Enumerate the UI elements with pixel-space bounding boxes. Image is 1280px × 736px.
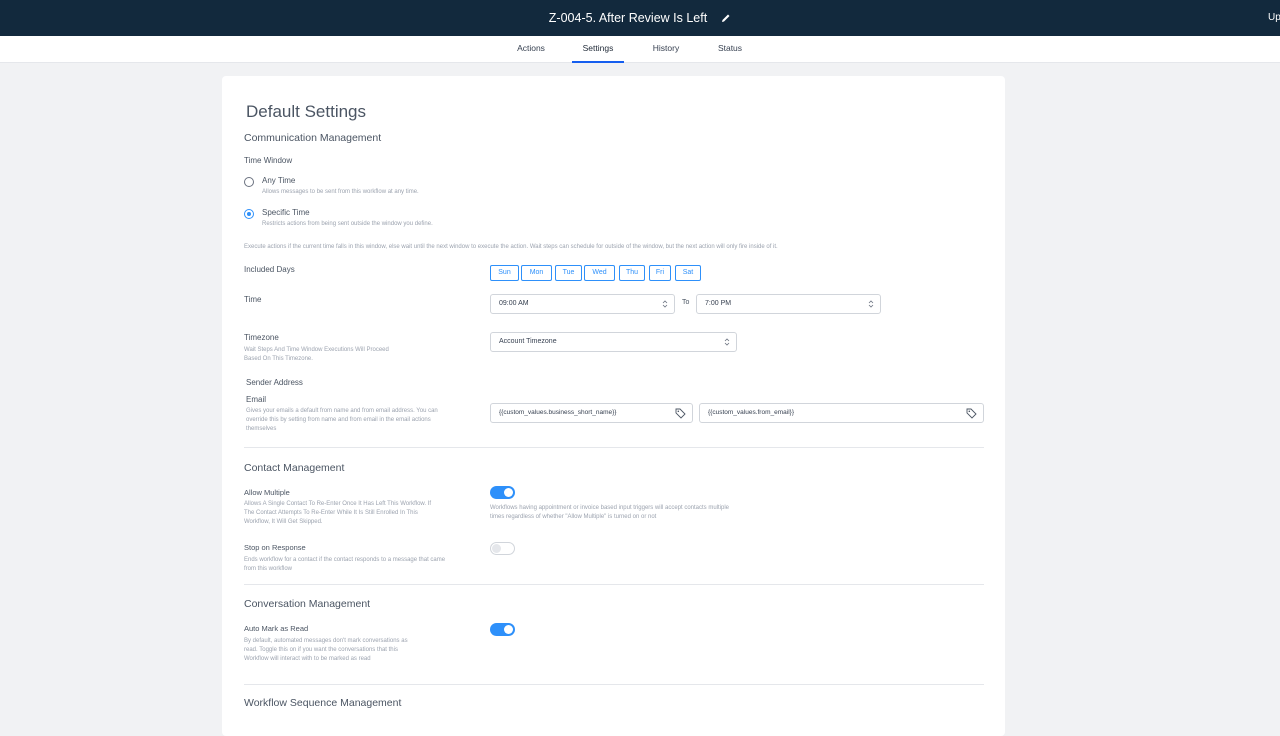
edit-pencil-icon[interactable] xyxy=(721,13,731,23)
time-to-value: 7:00 PM xyxy=(705,300,732,307)
stop-on-response-toggle[interactable] xyxy=(490,542,515,555)
page-title: Default Settings xyxy=(246,102,367,121)
day-wed-button[interactable]: Wed xyxy=(584,265,615,281)
time-label: Time xyxy=(244,295,262,304)
day-tue-button[interactable]: Tue xyxy=(555,265,582,281)
stop-on-response-desc: Ends workflow for a contact if the conta… xyxy=(244,557,446,572)
tag-icon[interactable] xyxy=(675,408,686,419)
timezone-desc: Wait Steps And Time Window Executions Wi… xyxy=(244,347,389,362)
from-name-input[interactable]: {{custom_values.business_short_name}} xyxy=(490,403,693,423)
specific-time-label[interactable]: Specific Time xyxy=(262,208,310,217)
from-email-value: {{custom_values.from_email}} xyxy=(708,409,794,416)
chevron-updown-icon xyxy=(868,300,874,308)
sender-address-label: Sender Address xyxy=(246,378,303,387)
execute-note: Execute actions if the current time fall… xyxy=(244,244,778,250)
toggle-knob xyxy=(504,488,513,497)
tab-bar: Actions Settings History Status xyxy=(0,36,1280,63)
tab-status[interactable]: Status xyxy=(708,36,752,61)
auto-mark-desc: By default, automated messages don't mar… xyxy=(244,638,408,662)
timezone-label: Timezone xyxy=(244,333,279,342)
day-fri-button[interactable]: Fri xyxy=(649,265,671,281)
time-window-label: Time Window xyxy=(244,156,293,165)
contact-heading: Contact Management xyxy=(244,462,345,474)
day-sun-button[interactable]: Sun xyxy=(490,265,519,281)
header-right-button[interactable]: Up xyxy=(1268,12,1280,23)
sequence-heading: Workflow Sequence Management xyxy=(244,697,402,709)
time-to-select[interactable]: 7:00 PM xyxy=(696,294,881,314)
time-from-select[interactable]: 09:00 AM xyxy=(490,294,675,314)
tab-actions[interactable]: Actions xyxy=(490,36,572,61)
timezone-value: Account Timezone xyxy=(499,338,557,345)
specific-time-desc: Restricts actions from being sent outsid… xyxy=(262,221,433,227)
from-email-input[interactable]: {{custom_values.from_email}} xyxy=(699,403,984,423)
toggle-knob xyxy=(504,625,513,634)
divider xyxy=(244,684,984,685)
allow-multiple-desc: Allows A Single Contact To Re-Enter Once… xyxy=(244,501,432,525)
conversation-heading: Conversation Management xyxy=(244,598,371,610)
day-thu-button[interactable]: Thu xyxy=(619,265,645,281)
settings-card: Default Settings Communication Managemen… xyxy=(222,76,1005,736)
workflow-title-area: Z-004-5. After Review Is Left xyxy=(0,0,1280,36)
tab-history[interactable]: History xyxy=(624,36,708,61)
chevron-updown-icon xyxy=(724,338,730,346)
workflow-title[interactable]: Z-004-5. After Review Is Left xyxy=(549,11,707,25)
tag-icon[interactable] xyxy=(966,408,977,419)
time-from-value: 09:00 AM xyxy=(499,300,529,307)
allow-multiple-label: Allow Multiple xyxy=(244,488,290,497)
any-time-desc: Allows messages to be sent from this wor… xyxy=(262,189,419,195)
communication-heading: Communication Management xyxy=(244,132,382,144)
tabs: Actions Settings History Status xyxy=(490,36,752,63)
from-name-value: {{custom_values.business_short_name}} xyxy=(499,409,617,416)
allow-multiple-toggle[interactable] xyxy=(490,486,515,499)
divider xyxy=(244,447,984,448)
day-mon-button[interactable]: Mon xyxy=(521,265,552,281)
day-sat-button[interactable]: Sat xyxy=(675,265,701,281)
to-label: To xyxy=(682,299,690,306)
auto-mark-toggle[interactable] xyxy=(490,623,515,636)
email-desc: Gives your emails a default from name an… xyxy=(246,408,438,432)
stop-on-response-label: Stop on Response xyxy=(244,543,306,552)
timezone-select[interactable]: Account Timezone xyxy=(490,332,737,352)
allow-multiple-note: Workflows having appointment or invoice … xyxy=(490,505,730,520)
any-time-radio[interactable] xyxy=(244,177,254,187)
top-header: Z-004-5. After Review Is Left Up xyxy=(0,0,1280,36)
chevron-updown-icon xyxy=(662,300,668,308)
tab-settings[interactable]: Settings xyxy=(572,36,624,63)
email-label: Email xyxy=(246,395,267,404)
toggle-knob xyxy=(492,544,501,553)
specific-time-radio[interactable] xyxy=(244,209,254,219)
auto-mark-label: Auto Mark as Read xyxy=(244,624,309,633)
included-days-label: Included Days xyxy=(244,265,295,274)
any-time-label[interactable]: Any Time xyxy=(262,176,295,185)
divider xyxy=(244,584,984,585)
